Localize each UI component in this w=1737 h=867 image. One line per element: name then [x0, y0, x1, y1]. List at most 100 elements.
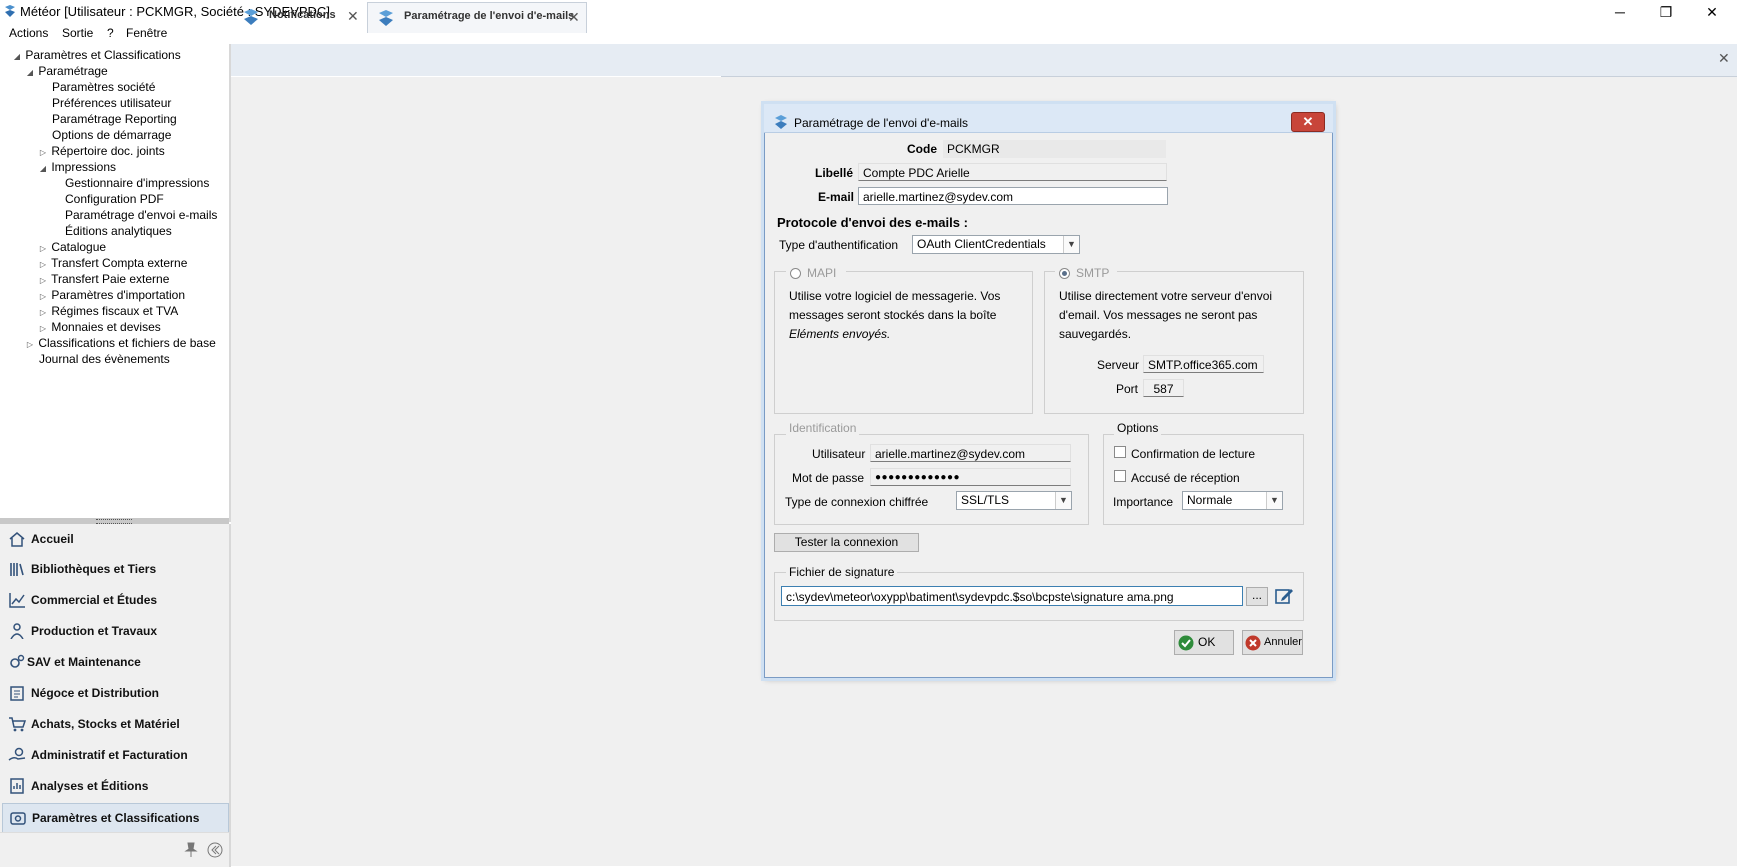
delivery-receipt-checkbox[interactable] — [1114, 470, 1126, 482]
nav-analyses-editions[interactable]: Analyses et Éditions — [2, 772, 227, 800]
nav-sav-maintenance[interactable]: SAV et Maintenance — [2, 648, 227, 676]
read-receipt-label[interactable]: Confirmation de lecture — [1131, 447, 1255, 461]
collapse-icon[interactable]: ◢ — [25, 65, 35, 81]
gears-icon — [10, 654, 25, 668]
menu-sortie[interactable]: Sortie — [62, 26, 93, 40]
tree-item-parametrage[interactable]: ◢ Paramétrage — [25, 63, 108, 79]
nav-label: Production et Travaux — [31, 624, 158, 638]
options-legend: Options — [1114, 421, 1162, 435]
dialog-close-button[interactable]: ✕ — [1291, 112, 1325, 132]
settings-icon — [10, 812, 26, 825]
auth-type-select[interactable]: OAuth ClientCredentials ▼ — [912, 235, 1080, 254]
collapse-icon[interactable]: ◢ — [12, 49, 22, 65]
code-field: PCKMGR — [943, 140, 1166, 158]
nav-achats-stocks[interactable]: Achats, Stocks et Matériel — [2, 710, 227, 738]
smtp-description-line2: d'email. Vos messages ne seront pas — [1059, 308, 1258, 322]
importance-select[interactable]: Normale ▼ — [1182, 491, 1283, 510]
nav-production-travaux[interactable]: Production et Travaux — [2, 617, 227, 645]
nav-bibliotheques-tiers[interactable]: Bibliothèques et Tiers — [2, 555, 227, 583]
clipboard-icon — [10, 686, 24, 701]
menu-fenetre[interactable]: Fenêtre — [126, 26, 167, 40]
nav-label: Commercial et Études — [31, 593, 158, 607]
password-label: Mot de passe — [792, 471, 865, 485]
password-field[interactable]: ●●●●●●●●●●●●● — [870, 468, 1071, 486]
menu-help[interactable]: ? — [107, 26, 114, 40]
user-field[interactable]: arielle.martinez@sydev.com — [870, 444, 1071, 462]
nav-parametres-classifications[interactable]: Paramètres et Classifications — [2, 803, 229, 833]
tab-parametrage-envoi-emails[interactable]: Paramétrage de l'envoi d'e-mails ✕ — [367, 2, 587, 33]
nav-accueil[interactable]: Accueil — [2, 525, 227, 553]
signature-path-field[interactable]: c:\sydev\meteor\oxypp\batiment\sydevpdc.… — [781, 586, 1243, 606]
tab-notifications[interactable]: Notifications ✕ — [233, 2, 363, 32]
minimize-button[interactable]: ─ — [1597, 0, 1643, 24]
ok-button[interactable]: OK — [1174, 630, 1234, 655]
read-receipt-checkbox[interactable] — [1114, 446, 1126, 458]
tree-item-transfert-compta[interactable]: ▷ Transfert Compta externe — [38, 255, 187, 271]
browse-button[interactable]: ... — [1246, 587, 1268, 606]
email-field[interactable]: arielle.martinez@sydev.com — [858, 187, 1168, 205]
tree-item-configuration-pdf[interactable]: Configuration PDF — [65, 191, 164, 207]
nav-administratif-facturation[interactable]: Administratif et Facturation — [2, 741, 227, 769]
port-label: Port — [1116, 382, 1139, 396]
server-field[interactable]: SMTP.office365.com — [1143, 355, 1264, 373]
tree-item-parametres-societe[interactable]: Paramètres société — [52, 79, 155, 95]
libelle-field[interactable]: Compte PDC Arielle — [858, 163, 1167, 181]
tree-item-transfert-paie[interactable]: ▷ Transfert Paie externe — [38, 271, 169, 287]
tree-item-repertoire-doc-joints[interactable]: ▷ Répertoire doc. joints — [38, 143, 165, 159]
tree-item-parametrage-reporting[interactable]: Paramétrage Reporting — [52, 111, 177, 127]
meteor-logo-icon — [775, 115, 787, 129]
signature-legend: Fichier de signature — [786, 565, 898, 579]
cart-icon — [9, 717, 26, 732]
tree-item-impressions[interactable]: ◢ Impressions — [38, 159, 116, 175]
delivery-receipt-label[interactable]: Accusé de réception — [1131, 471, 1240, 485]
tree-item-options-demarrage[interactable]: Options de démarrage — [52, 127, 171, 143]
worker-icon — [10, 623, 24, 639]
tree-item-gestionnaire-impressions[interactable]: Gestionnaire d'impressions — [65, 175, 209, 191]
tree-item-preferences-utilisateur[interactable]: Préférences utilisateur — [52, 95, 171, 111]
menu-actions[interactable]: Actions — [9, 26, 48, 40]
encryption-select[interactable]: SSL/TLS ▼ — [956, 491, 1072, 510]
nav-label: Achats, Stocks et Matériel — [31, 717, 180, 731]
tree-item-editions-analytiques[interactable]: Éditions analytiques — [65, 223, 172, 239]
expand-icon[interactable]: ▷ — [25, 337, 35, 353]
mapi-description-line1: Utilise votre logiciel de messagerie. Vo… — [789, 289, 1001, 303]
tree-item-monnaies-devises[interactable]: ▷ Monnaies et devises — [38, 319, 161, 335]
tree-item-regimes-fiscaux[interactable]: ▷ Régimes fiscaux et TVA — [38, 303, 178, 319]
close-tab-icon[interactable]: ✕ — [347, 8, 359, 25]
dialog-title: Paramétrage de l'envoi d'e-mails — [794, 116, 968, 130]
test-connection-button[interactable]: Tester la connexion — [774, 533, 919, 552]
smtp-description-line1: Utilise directement votre serveur d'envo… — [1059, 289, 1273, 303]
cancel-button[interactable]: Annuler — [1242, 630, 1303, 655]
hand-coin-icon — [8, 747, 26, 761]
chevron-down-icon[interactable]: ▼ — [1063, 236, 1079, 253]
tree-item-parametrage-envoi-emails[interactable]: Paramétrage d'envoi e-mails — [65, 207, 217, 223]
tree-item-classifications-fichiers[interactable]: ▷ Classifications et fichiers de base — [25, 335, 216, 351]
smtp-radio[interactable] — [1059, 268, 1070, 279]
collapse-icon[interactable]: ◢ — [38, 161, 48, 177]
collapse-pane-icon[interactable] — [207, 842, 223, 858]
nav-label: Paramètres et Classifications — [32, 811, 200, 825]
nav-negoce-distribution[interactable]: Négoce et Distribution — [2, 679, 227, 707]
encryption-label: Type de connexion chiffrée — [785, 495, 929, 509]
tree-item-catalogue[interactable]: ▷ Catalogue — [38, 239, 106, 255]
tree-item-parametres-importation[interactable]: ▷ Paramètres d'importation — [38, 287, 185, 303]
tree-item-journal-evenements[interactable]: Journal des évènements — [39, 351, 170, 367]
report-icon — [10, 778, 24, 794]
restore-button[interactable]: ❐ — [1643, 0, 1689, 24]
server-label: Serveur — [1097, 358, 1140, 372]
close-tab-icon[interactable]: ✕ — [568, 9, 580, 26]
chevron-down-icon[interactable]: ▼ — [1266, 492, 1282, 509]
chart-icon — [9, 593, 25, 608]
close-button[interactable]: ✕ — [1689, 0, 1735, 24]
meteor-logo-icon — [379, 10, 393, 26]
mapi-radio-label[interactable]: MAPI — [807, 266, 836, 280]
port-field[interactable]: 587 — [1143, 379, 1184, 397]
edit-icon[interactable] — [1274, 586, 1294, 606]
close-all-tabs-icon[interactable]: ✕ — [1718, 50, 1730, 67]
smtp-radio-label[interactable]: SMTP — [1076, 266, 1109, 280]
pin-icon[interactable] — [184, 842, 198, 858]
chevron-down-icon[interactable]: ▼ — [1055, 492, 1071, 509]
tree-item-parametres-classifications[interactable]: ◢ Paramètres et Classifications — [12, 47, 181, 63]
nav-commercial-etudes[interactable]: Commercial et Études — [2, 586, 227, 614]
mapi-radio[interactable] — [790, 268, 801, 279]
